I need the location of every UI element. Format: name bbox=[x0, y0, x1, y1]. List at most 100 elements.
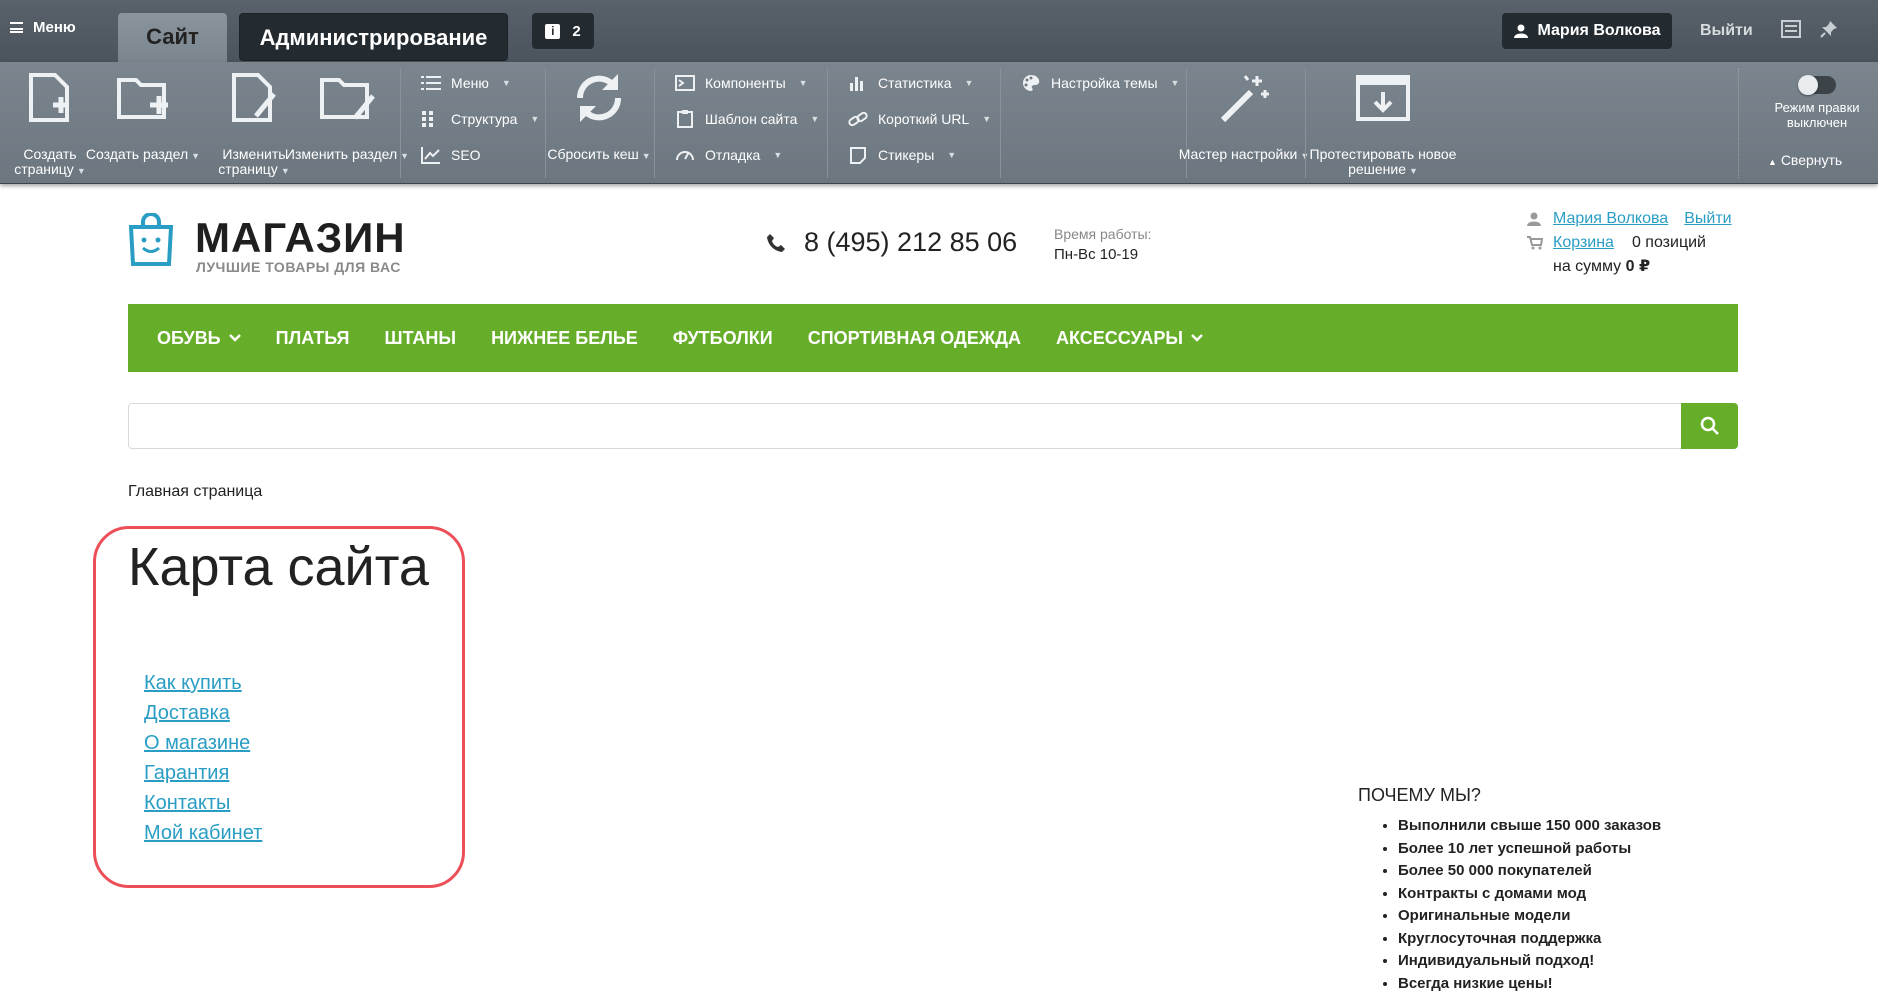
theme-settings-tool[interactable]: Настройка темы▼ bbox=[1021, 74, 1179, 92]
nav-item-underwear[interactable]: НИЖНЕЕ БЕЛЬЕ bbox=[491, 328, 638, 349]
refresh-icon bbox=[572, 70, 626, 126]
edit-mode-toggle[interactable]: Режим правки выключен bbox=[1762, 76, 1872, 130]
setup-wizard-button[interactable]: Мастер настройки▼ bbox=[1217, 72, 1271, 124]
structure-tool[interactable]: Структура▼ bbox=[421, 110, 539, 128]
palette-icon bbox=[1021, 74, 1041, 92]
nav-item-label: ПЛАТЬЯ bbox=[276, 328, 350, 349]
collapse-toolbar-button[interactable]: ▲ Свернуть bbox=[1768, 152, 1842, 168]
sitemap-link-about[interactable]: О магазине bbox=[144, 732, 250, 754]
sitemap-link-contacts[interactable]: Контакты bbox=[144, 792, 230, 814]
search-input[interactable] bbox=[128, 403, 1682, 449]
edit-mode-label: Режим правки выключен bbox=[1774, 100, 1859, 130]
create-page-button[interactable]: Создать страницу▼ bbox=[27, 72, 73, 124]
toggle-switch[interactable] bbox=[1798, 76, 1836, 94]
nav-item-label: ШТАНЫ bbox=[384, 328, 456, 349]
seo-tool-label: SEO bbox=[451, 147, 481, 163]
list-item: Оригинальные модели bbox=[1398, 905, 1661, 928]
short-url-tool[interactable]: Короткий URL▼ bbox=[848, 110, 991, 128]
nav-item-sportswear[interactable]: СПОРТИВНАЯ ОДЕЖДА bbox=[808, 328, 1021, 349]
admin-menu-button[interactable]: Меню bbox=[10, 19, 76, 36]
notifications-button[interactable]: i 2 bbox=[532, 13, 594, 49]
nav-item-pants[interactable]: ШТАНЫ bbox=[384, 328, 456, 349]
notifications-count: 2 bbox=[572, 23, 580, 40]
reset-cache-button[interactable]: Сбросить кеш▼ bbox=[572, 70, 626, 126]
sitemap-link-account[interactable]: Мой кабинет bbox=[144, 822, 262, 844]
sitemap-link-delivery[interactable]: Доставка bbox=[144, 702, 230, 724]
test-solution-label: Протестировать новое решение bbox=[1310, 146, 1457, 177]
folder-edit-icon bbox=[319, 72, 375, 124]
debug-tool-label: Отладка bbox=[705, 147, 760, 163]
phone-number[interactable]: 8 (495) 212 85 06 bbox=[804, 227, 1017, 258]
tab-site[interactable]: Сайт bbox=[118, 13, 227, 62]
clipboard-icon bbox=[675, 110, 695, 128]
nav-item-shoes[interactable]: ОБУВЬ bbox=[157, 328, 241, 349]
menu-tool[interactable]: Меню▼ bbox=[421, 74, 511, 92]
admin-top-bar: Меню Сайт Администрирование i 2 Мария Во… bbox=[0, 0, 1878, 62]
account-logout-link[interactable]: Выйти bbox=[1684, 207, 1731, 231]
search-button[interactable] bbox=[1681, 403, 1738, 449]
chart-line-icon bbox=[421, 146, 441, 164]
logo-title[interactable]: МАГАЗИН bbox=[195, 214, 406, 262]
list-item: Круглосуточная поддержка bbox=[1398, 928, 1661, 951]
list-item: Контракты с домами мод bbox=[1398, 883, 1661, 906]
statistics-tool-label: Статистика bbox=[878, 75, 952, 91]
hamburger-icon bbox=[10, 22, 23, 33]
debug-tool[interactable]: Отладка▼ bbox=[675, 146, 782, 164]
chevron-down-icon bbox=[229, 334, 241, 342]
statistics-tool[interactable]: Статистика▼ bbox=[848, 74, 973, 92]
list-item: О магазине bbox=[144, 728, 262, 758]
edit-section-button[interactable]: Изменить раздел▼ bbox=[319, 72, 375, 124]
breadcrumb[interactable]: Главная страница bbox=[128, 483, 262, 501]
admin-logout-link[interactable]: Выйти bbox=[1700, 22, 1753, 40]
toolbar-separator bbox=[400, 68, 401, 178]
why-us-list: Выполнили свыше 150 000 заказов Более 10… bbox=[1378, 815, 1661, 995]
phone-icon bbox=[766, 233, 786, 253]
tab-administration[interactable]: Администрирование bbox=[239, 13, 508, 61]
main-nav: ОБУВЬ ПЛАТЬЯ ШТАНЫ НИЖНЕЕ БЕЛЬЕ ФУТБОЛКИ… bbox=[128, 304, 1738, 372]
list-item: Как купить bbox=[144, 668, 262, 698]
why-us-title: ПОЧЕМУ МЫ? bbox=[1358, 785, 1481, 806]
theme-settings-tool-label: Настройка темы bbox=[1051, 75, 1158, 91]
test-solution-button[interactable]: Протестировать новое решение▼ bbox=[1355, 74, 1411, 122]
nav-item-tshirts[interactable]: ФУТБОЛКИ bbox=[673, 328, 773, 349]
cart-icon bbox=[1527, 236, 1543, 250]
create-page-label: Создать страницу bbox=[14, 146, 76, 177]
stickers-tool[interactable]: Стикеры▼ bbox=[848, 146, 956, 164]
sitemap-link-how-to-buy[interactable]: Как купить bbox=[144, 672, 242, 694]
account-user-link[interactable]: Мария Волкова bbox=[1553, 207, 1668, 231]
page-edit-icon bbox=[230, 72, 278, 124]
list-item: Более 10 лет успешной работы bbox=[1398, 838, 1661, 861]
list-item: Мой кабинет bbox=[144, 818, 262, 848]
account-block: Мария Волкова Выйти Корзина 0 позиций на… bbox=[1527, 207, 1732, 279]
create-section-button[interactable]: Создать раздел▼ bbox=[116, 72, 170, 124]
info-icon: i bbox=[545, 24, 560, 39]
toolbar-separator bbox=[654, 68, 655, 178]
collapse-label: Свернуть bbox=[1781, 152, 1842, 168]
edit-page-button[interactable]: Изменить страницу▼ bbox=[230, 72, 278, 124]
pin-icon[interactable] bbox=[1820, 20, 1838, 43]
nav-item-label: НИЖНЕЕ БЕЛЬЕ bbox=[491, 328, 638, 349]
toolbar-separator bbox=[827, 68, 828, 178]
keyboard-icon[interactable] bbox=[1781, 20, 1801, 43]
seo-tool[interactable]: SEO bbox=[421, 146, 481, 164]
list-item: Всегда низкие цены! bbox=[1398, 973, 1661, 995]
nav-item-accessories[interactable]: АКСЕССУАРЫ bbox=[1056, 328, 1203, 349]
chevron-up-icon: ▲ bbox=[1768, 157, 1777, 167]
components-tool[interactable]: Компоненты▼ bbox=[675, 74, 808, 92]
cart-link[interactable]: Корзина bbox=[1553, 231, 1614, 255]
folder-add-icon bbox=[116, 72, 170, 124]
list-item: Гарантия bbox=[144, 758, 262, 788]
sitemap-link-warranty[interactable]: Гарантия bbox=[144, 762, 229, 784]
reset-cache-label: Сбросить кеш bbox=[547, 146, 638, 162]
search-icon bbox=[1700, 416, 1720, 436]
admin-user-name: Мария Волкова bbox=[1538, 22, 1661, 40]
phone-block: 8 (495) 212 85 06 bbox=[766, 227, 1017, 258]
site-template-tool[interactable]: Шаблон сайта▼ bbox=[675, 110, 819, 128]
menu-tool-label: Меню bbox=[451, 75, 489, 91]
chevron-down-icon bbox=[1191, 334, 1203, 342]
shopping-bag-icon[interactable] bbox=[128, 213, 174, 272]
nav-item-dresses[interactable]: ПЛАТЬЯ bbox=[276, 328, 350, 349]
cart-count: 0 позиций bbox=[1632, 231, 1706, 255]
admin-user-button[interactable]: Мария Волкова bbox=[1502, 13, 1672, 49]
user-icon bbox=[1527, 212, 1541, 226]
